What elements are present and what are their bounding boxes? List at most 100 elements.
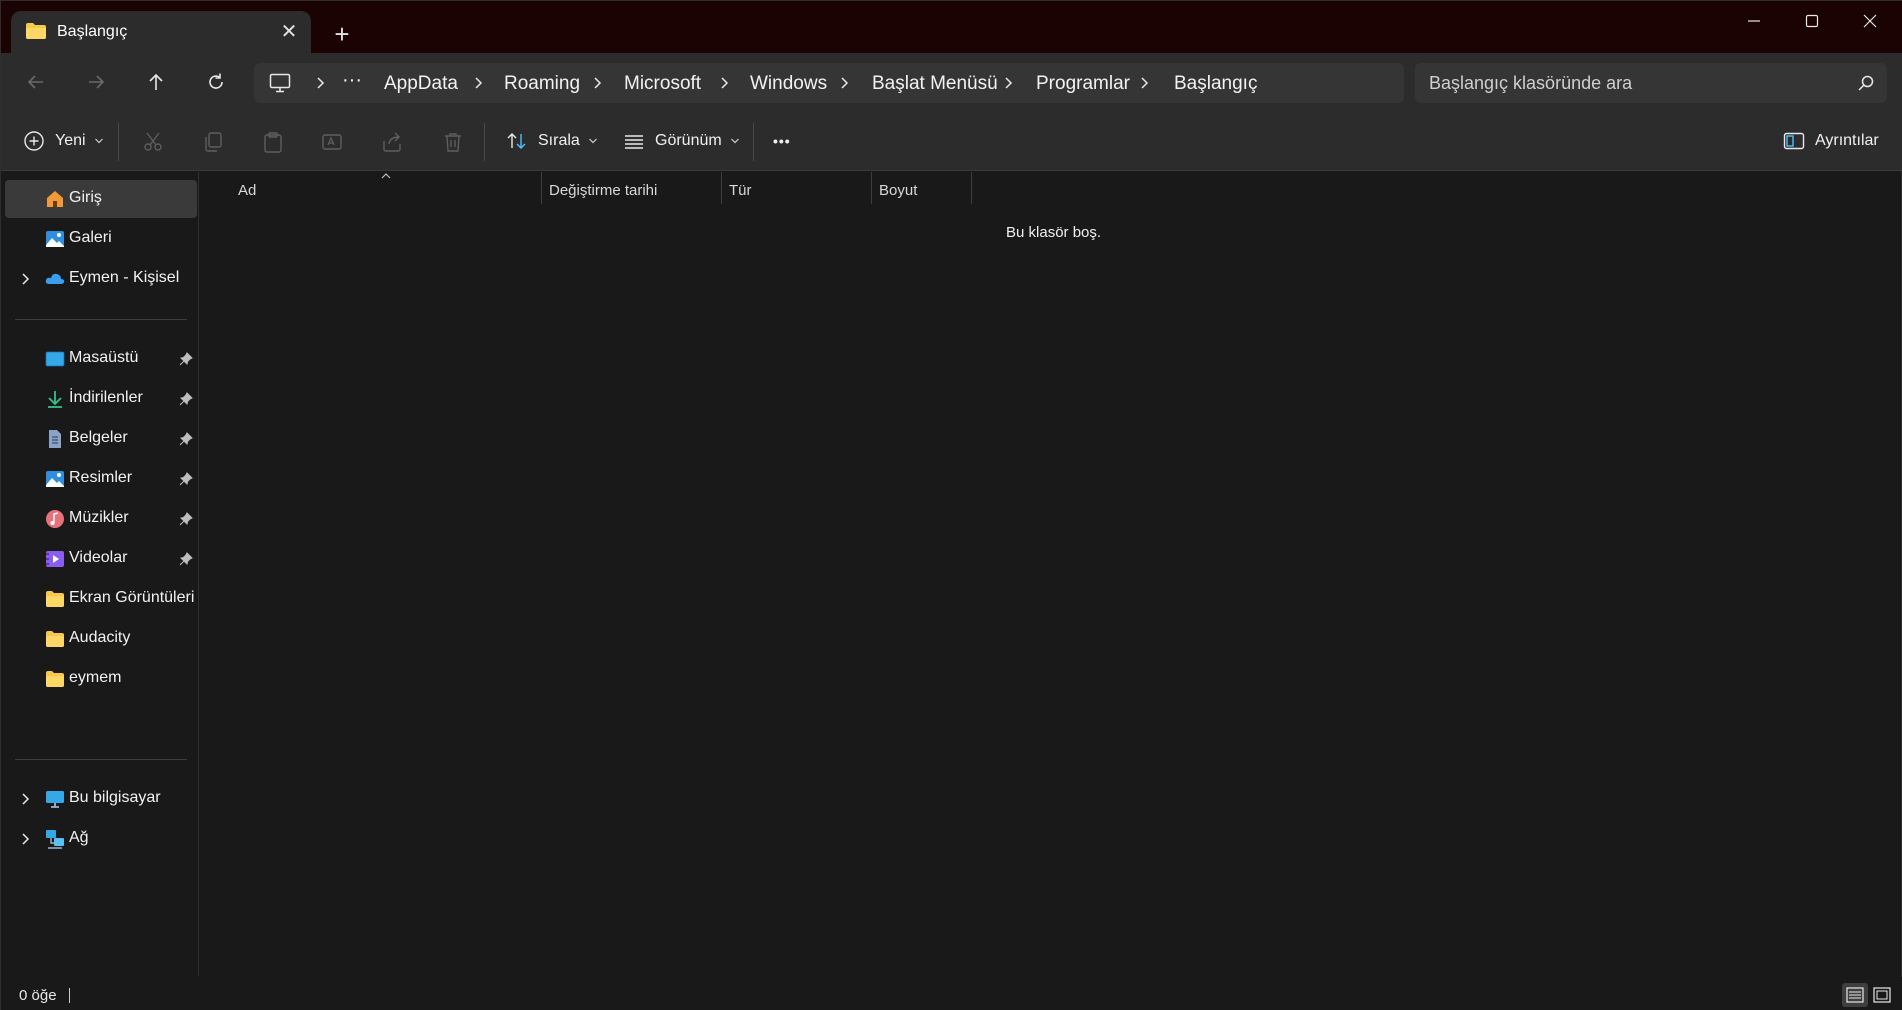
plus-circle-icon — [24, 131, 44, 151]
sidebar-item-eymem[interactable]: eymem — [5, 660, 197, 698]
column-header-size[interactable]: Boyut — [879, 182, 917, 199]
share-icon[interactable] — [381, 131, 403, 153]
new-tab-button[interactable]: + — [327, 19, 357, 49]
address-bar[interactable]: ··· AppData Roaming Microsoft Windows Ba… — [254, 63, 1404, 103]
new-button[interactable]: Yeni — [23, 125, 104, 157]
sidebar-item-ag[interactable]: Ağ — [5, 820, 197, 858]
sidebar-item-label: İndirilenler — [69, 389, 143, 406]
details-pane-icon — [1783, 132, 1805, 150]
pin-icon[interactable] — [179, 552, 193, 566]
chevron-down-icon — [730, 138, 739, 144]
breadcrumb-overflow[interactable]: ··· — [342, 69, 362, 92]
pin-icon[interactable] — [179, 472, 193, 486]
breadcrumb-programlar[interactable]: Programlar — [1036, 73, 1130, 95]
chevron-right-icon[interactable] — [19, 831, 33, 847]
arrow-left-icon — [27, 75, 43, 89]
details-view-button[interactable] — [1842, 983, 1868, 1007]
breadcrumb-microsoft[interactable]: Microsoft — [624, 73, 701, 95]
details-label: Ayrıntılar — [1815, 132, 1879, 149]
sidebar-item-label: Eymen - Kişisel — [69, 269, 180, 286]
network-icon — [46, 830, 64, 849]
view-list-icon — [625, 135, 643, 149]
breadcrumb-appdata[interactable]: AppData — [384, 73, 458, 95]
sidebar-item-audacity[interactable]: Audacity — [5, 620, 197, 658]
sidebar-item-resimler[interactable]: Resimler — [5, 460, 197, 498]
pin-icon[interactable] — [179, 512, 193, 526]
column-divider[interactable] — [541, 172, 542, 204]
sidebar-item-bu-bilgisayar[interactable]: Bu bilgisayar — [5, 780, 197, 818]
pin-icon[interactable] — [179, 432, 193, 446]
chevron-right-icon[interactable] — [19, 791, 33, 807]
computer-icon — [269, 73, 291, 93]
file-explorer-window: Başlangıç ✕ + ··· AppData Roaming Micros… — [0, 0, 1902, 1010]
details-view-icon — [1846, 987, 1864, 1003]
sidebar-item-ekran-goruntuleri[interactable]: Ekran Görüntüleri — [5, 580, 197, 618]
sidebar-item-label: Ekran Görüntüleri — [69, 589, 195, 606]
paste-icon[interactable] — [262, 131, 284, 153]
forward-button[interactable] — [78, 65, 114, 99]
breadcrumb-windows[interactable]: Windows — [750, 73, 827, 95]
sidebar-divider — [15, 759, 187, 760]
search-placeholder: Başlangıç klasöründe ara — [1429, 73, 1633, 93]
view-label: Görünüm — [655, 132, 722, 149]
chevron-right-icon[interactable] — [19, 271, 33, 287]
maximize-button[interactable] — [1783, 1, 1841, 41]
view-button[interactable]: Görünüm — [623, 125, 740, 157]
column-divider[interactable] — [871, 172, 872, 204]
home-icon — [47, 191, 63, 207]
minimize-button[interactable] — [1725, 1, 1783, 41]
close-window-button[interactable] — [1841, 1, 1899, 41]
details-pane-button[interactable]: Ayrıntılar — [1783, 125, 1879, 157]
sidebar-item-indirilenler[interactable]: İndirilenler — [5, 380, 197, 418]
sidebar-item-label: Bu bilgisayar — [69, 789, 161, 806]
pin-icon[interactable] — [179, 392, 193, 406]
column-divider[interactable] — [721, 172, 722, 204]
chevron-right-icon[interactable] — [314, 74, 328, 92]
sort-ascending-icon — [381, 173, 391, 179]
cut-icon[interactable] — [142, 131, 164, 153]
file-list-view: Ad Değiştirme tarihi Tür Boyut Bu klasör… — [200, 172, 1902, 976]
chevron-right-icon[interactable] — [1138, 74, 1152, 92]
breadcrumb-roaming[interactable]: Roaming — [504, 73, 580, 95]
chevron-right-icon[interactable] — [718, 74, 732, 92]
breadcrumb-baslangic[interactable]: Başlangıç — [1174, 73, 1257, 95]
column-header-type[interactable]: Tür — [729, 182, 752, 199]
refresh-button[interactable] — [198, 65, 234, 99]
sidebar-item-belgeler[interactable]: Belgeler — [5, 420, 197, 458]
chevron-down-icon — [588, 138, 597, 144]
delete-icon[interactable] — [442, 131, 464, 153]
close-tab-button[interactable]: ✕ — [277, 19, 301, 43]
column-header-modified[interactable]: Değiştirme tarihi — [549, 182, 657, 199]
more-options-button[interactable]: ••• — [773, 125, 791, 157]
pin-icon[interactable] — [179, 352, 193, 366]
back-button[interactable] — [18, 65, 54, 99]
sidebar-item-label: Masaüstü — [69, 349, 139, 366]
column-header-name[interactable]: Ad — [238, 182, 256, 199]
sort-button[interactable]: Sırala — [506, 125, 598, 157]
chevron-right-icon[interactable] — [838, 74, 852, 92]
column-divider[interactable] — [971, 172, 972, 204]
copy-icon[interactable] — [202, 131, 224, 153]
title-bar: Başlangıç ✕ + — [1, 1, 1902, 53]
sidebar-item-giris[interactable]: Giriş — [5, 180, 197, 218]
documents-icon — [49, 430, 61, 448]
sidebar-item-eymen-kisisel[interactable]: Eymen - Kişisel — [5, 260, 197, 298]
navigation-bar: ··· AppData Roaming Microsoft Windows Ba… — [1, 53, 1902, 111]
chevron-right-icon[interactable] — [472, 74, 486, 92]
music-icon — [46, 510, 64, 528]
up-button[interactable] — [138, 65, 174, 99]
sidebar-item-galeri[interactable]: Galeri — [5, 220, 197, 258]
folder-icon — [26, 23, 46, 39]
sort-label: Sırala — [538, 132, 580, 149]
tab-baslangic[interactable]: Başlangıç ✕ — [11, 11, 311, 53]
sidebar-item-videolar[interactable]: Videolar — [5, 540, 197, 578]
search-input[interactable]: Başlangıç klasöründe ara — [1415, 63, 1887, 103]
chevron-right-icon[interactable] — [1002, 74, 1016, 92]
large-icons-view-button[interactable] — [1869, 983, 1895, 1007]
chevron-right-icon[interactable] — [591, 74, 605, 92]
rename-icon[interactable] — [321, 131, 343, 153]
breadcrumb-baslat-menusu[interactable]: Başlat Menüsü — [872, 73, 998, 95]
sidebar-item-muzikler[interactable]: Müzikler — [5, 500, 197, 538]
sidebar-item-masaustu[interactable]: Masaüstü — [5, 340, 197, 378]
search-icon[interactable] — [1857, 74, 1875, 92]
